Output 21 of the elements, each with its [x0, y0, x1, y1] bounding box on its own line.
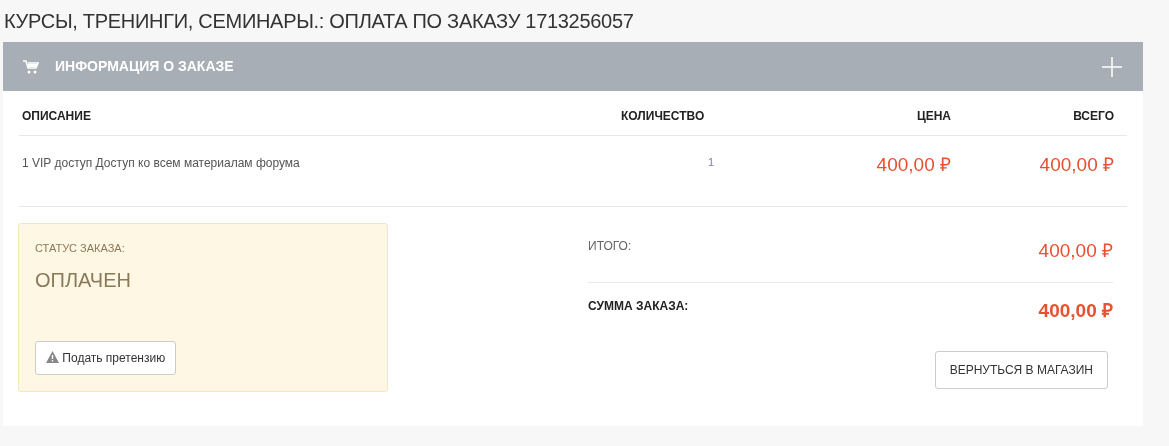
panel-title: ИНФОРМАЦИЯ О ЗАКАЗЕ	[55, 58, 235, 75]
subtotal-label: ИТОГО:	[588, 238, 632, 255]
page-title: КУРСЫ, ТРЕНИНГИ, СЕМИНАРЫ.: ОПЛАТА ПО ЗАКАЗУ 1713256057	[3, 9, 635, 34]
item-price: 400,00 ₽	[875, 154, 951, 177]
column-header: ЦЕНА	[915, 108, 951, 125]
item-quantity: 1	[707, 155, 716, 170]
back-to-shop-button[interactable]: ВЕРНУТЬСЯ В МАГАЗИН	[934, 351, 1108, 389]
order-total-value: 400,00 ₽	[1038, 298, 1113, 323]
column-header: ОПИСАНИЕ	[21, 108, 92, 125]
expand-icon[interactable]	[1101, 56, 1123, 79]
column-header: ВСЕГО	[1072, 108, 1115, 125]
complaint-button[interactable]: Подать претензию	[35, 341, 177, 375]
status-label: СТАТУС ЗАКАЗА:	[35, 241, 126, 256]
item-description: 1 VIP доступ Доступ ко всем материалам форума	[21, 155, 301, 172]
cart-icon	[23, 59, 39, 74]
item-total: 400,00 ₽	[1038, 154, 1115, 177]
subtotal-value: 400,00 ₽	[1038, 239, 1113, 263]
column-header: КОЛИЧЕСТВО	[621, 108, 706, 125]
warning-icon	[46, 351, 59, 363]
status-value: ОПЛАЧЕН	[35, 267, 132, 293]
order-total-label: СУММА ЗАКАЗА:	[588, 297, 689, 315]
